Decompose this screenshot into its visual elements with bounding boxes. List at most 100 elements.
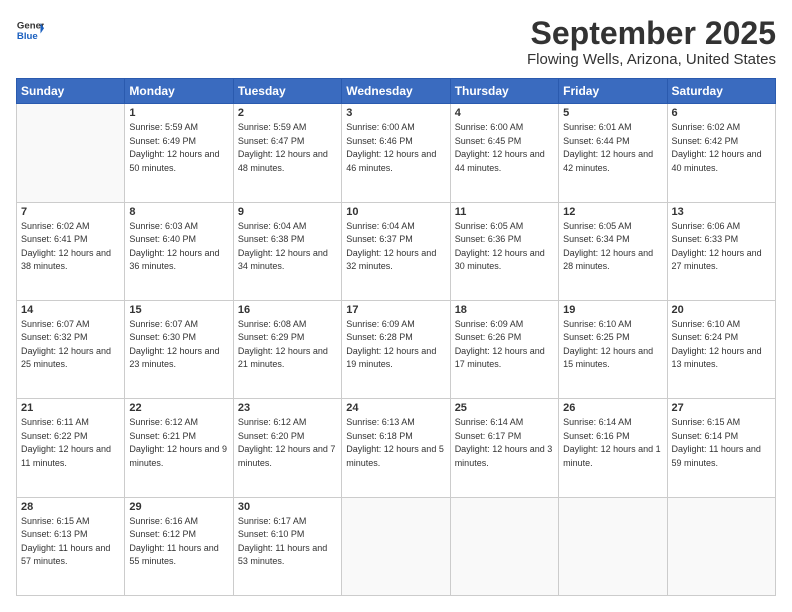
calendar-table: SundayMondayTuesdayWednesdayThursdayFrid… [16,78,776,596]
day-info: Sunrise: 6:14 AMSunset: 6:17 PMDaylight:… [455,416,554,470]
week-row-5: 28Sunrise: 6:15 AMSunset: 6:13 PMDayligh… [17,497,776,595]
calendar-cell: 11Sunrise: 6:05 AMSunset: 6:36 PMDayligh… [450,202,558,300]
calendar-cell: 29Sunrise: 6:16 AMSunset: 6:12 PMDayligh… [125,497,233,595]
day-number: 25 [455,402,554,414]
day-info: Sunrise: 6:05 AMSunset: 6:36 PMDaylight:… [455,220,554,274]
day-number: 13 [672,206,771,218]
header: General Blue September 2025 Flowing Well… [16,16,776,68]
day-info: Sunrise: 6:14 AMSunset: 6:16 PMDaylight:… [563,416,662,470]
day-info: Sunrise: 6:04 AMSunset: 6:38 PMDaylight:… [238,220,337,274]
calendar-cell: 24 Sunrise: 6:13 AMSunset: 6:18 PMDayligh… [342,399,450,497]
day-info: Sunrise: 6:17 AMSunset: 6:10 PMDaylight:… [238,515,337,569]
calendar-cell [667,497,775,595]
day-number: 19 [563,304,662,316]
svg-text:Blue: Blue [17,31,38,42]
week-row-1: 1 Sunrise: 5:59 AMSunset: 6:49 PMDaylight… [17,104,776,202]
calendar-cell: 5 Sunrise: 6:01 AMSunset: 6:44 PMDaylight… [559,104,667,202]
day-info: Sunrise: 6:04 AMSunset: 6:37 PMDaylight:… [346,220,445,274]
day-number: 5 [563,107,662,119]
calendar-cell: 26 Sunrise: 6:14 AMSunset: 6:16 PMDayligh… [559,399,667,497]
weekday-header-tuesday: Tuesday [233,79,341,104]
day-number: 29 [129,501,228,513]
day-number: 22 [129,402,228,414]
calendar-cell: 6 Sunrise: 6:02 AMSunset: 6:42 PMDaylight… [667,104,775,202]
location-title: Flowing Wells, Arizona, United States [527,51,776,68]
day-number: 14 [21,304,120,316]
calendar-cell: 3 Sunrise: 6:00 AMSunset: 6:46 PMDaylight… [342,104,450,202]
weekday-header-monday: Monday [125,79,233,104]
calendar-cell: 16 Sunrise: 6:08 AMSunset: 6:29 PMDayligh… [233,300,341,398]
calendar-cell: 2Sunrise: 5:59 AMSunset: 6:47 PMDaylight… [233,104,341,202]
day-number: 12 [563,206,662,218]
day-info: Sunrise: 6:09 AMSunset: 6:28 PMDaylight:… [346,318,445,372]
title-block: September 2025 Flowing Wells, Arizona, U… [527,16,776,68]
weekday-header-wednesday: Wednesday [342,79,450,104]
calendar-cell: 20 Sunrise: 6:10 AMSunset: 6:24 PMDayligh… [667,300,775,398]
week-row-4: 21Sunrise: 6:11 AMSunset: 6:22 PMDayligh… [17,399,776,497]
day-number: 17 [346,304,445,316]
calendar-cell: 1 Sunrise: 5:59 AMSunset: 6:49 PMDaylight… [125,104,233,202]
calendar-cell: 19Sunrise: 6:10 AMSunset: 6:25 PMDayligh… [559,300,667,398]
calendar-cell: 12Sunrise: 6:05 AMSunset: 6:34 PMDayligh… [559,202,667,300]
calendar-cell [559,497,667,595]
day-number: 1 [129,107,228,119]
calendar-cell: 18Sunrise: 6:09 AMSunset: 6:26 PMDayligh… [450,300,558,398]
day-info: Sunrise: 6:07 AMSunset: 6:30 PMDaylight:… [129,318,228,372]
calendar-cell: 22 Sunrise: 6:12 AMSunset: 6:21 PMDayligh… [125,399,233,497]
day-info: Sunrise: 6:00 AMSunset: 6:45 PMDaylight:… [455,121,554,175]
calendar-cell: 14 Sunrise: 6:07 AMSunset: 6:32 PMDayligh… [17,300,125,398]
day-number: 24 [346,402,445,414]
day-number: 10 [346,206,445,218]
page: General Blue September 2025 Flowing Well… [0,0,792,612]
calendar-cell: 28Sunrise: 6:15 AMSunset: 6:13 PMDayligh… [17,497,125,595]
day-info: Sunrise: 6:01 AMSunset: 6:44 PMDaylight:… [563,121,662,175]
day-number: 16 [238,304,337,316]
day-info: Sunrise: 6:08 AMSunset: 6:29 PMDaylight:… [238,318,337,372]
svg-text:General: General [17,20,44,31]
calendar-cell: 17 Sunrise: 6:09 AMSunset: 6:28 PMDayligh… [342,300,450,398]
day-info: Sunrise: 5:59 AMSunset: 6:49 PMDaylight:… [129,121,228,175]
calendar-cell: 30Sunrise: 6:17 AMSunset: 6:10 PMDayligh… [233,497,341,595]
day-number: 28 [21,501,120,513]
day-info: Sunrise: 6:00 AMSunset: 6:46 PMDaylight:… [346,121,445,175]
day-number: 18 [455,304,554,316]
calendar-cell: 7Sunrise: 6:02 AMSunset: 6:41 PMDaylight… [17,202,125,300]
calendar-cell: 9Sunrise: 6:04 AMSunset: 6:38 PMDaylight… [233,202,341,300]
day-info: Sunrise: 6:11 AMSunset: 6:22 PMDaylight:… [21,416,120,470]
day-number: 15 [129,304,228,316]
weekday-header-sunday: Sunday [17,79,125,104]
day-info: Sunrise: 6:13 AMSunset: 6:18 PMDaylight:… [346,416,445,470]
weekday-header-friday: Friday [559,79,667,104]
day-info: Sunrise: 6:02 AMSunset: 6:41 PMDaylight:… [21,220,120,274]
day-number: 3 [346,107,445,119]
week-row-2: 7Sunrise: 6:02 AMSunset: 6:41 PMDaylight… [17,202,776,300]
day-number: 2 [238,107,337,119]
day-info: Sunrise: 6:15 AMSunset: 6:14 PMDaylight:… [672,416,771,470]
day-number: 20 [672,304,771,316]
day-info: Sunrise: 6:10 AMSunset: 6:24 PMDaylight:… [672,318,771,372]
day-number: 8 [129,206,228,218]
day-info: Sunrise: 6:12 AMSunset: 6:21 PMDaylight:… [129,416,228,470]
calendar-cell: 27Sunrise: 6:15 AMSunset: 6:14 PMDayligh… [667,399,775,497]
logo: General Blue [16,16,44,44]
calendar-cell: 21Sunrise: 6:11 AMSunset: 6:22 PMDayligh… [17,399,125,497]
calendar-cell [17,104,125,202]
calendar-cell: 25 Sunrise: 6:14 AMSunset: 6:17 PMDayligh… [450,399,558,497]
calendar-cell: 10 Sunrise: 6:04 AMSunset: 6:37 PMDayligh… [342,202,450,300]
day-number: 6 [672,107,771,119]
calendar-cell: 13 Sunrise: 6:06 AMSunset: 6:33 PMDayligh… [667,202,775,300]
day-info: Sunrise: 6:07 AMSunset: 6:32 PMDaylight:… [21,318,120,372]
day-info: Sunrise: 6:02 AMSunset: 6:42 PMDaylight:… [672,121,771,175]
weekday-header-thursday: Thursday [450,79,558,104]
calendar-cell [450,497,558,595]
day-number: 26 [563,402,662,414]
day-info: Sunrise: 6:03 AMSunset: 6:40 PMDaylight:… [129,220,228,274]
day-info: Sunrise: 6:12 AMSunset: 6:20 PMDaylight:… [238,416,337,470]
calendar-cell: 4 Sunrise: 6:00 AMSunset: 6:45 PMDaylight… [450,104,558,202]
day-number: 23 [238,402,337,414]
day-number: 4 [455,107,554,119]
weekday-header-row: SundayMondayTuesdayWednesdayThursdayFrid… [17,79,776,104]
weekday-header-saturday: Saturday [667,79,775,104]
calendar-cell: 8 Sunrise: 6:03 AMSunset: 6:40 PMDaylight… [125,202,233,300]
day-info: Sunrise: 6:06 AMSunset: 6:33 PMDaylight:… [672,220,771,274]
